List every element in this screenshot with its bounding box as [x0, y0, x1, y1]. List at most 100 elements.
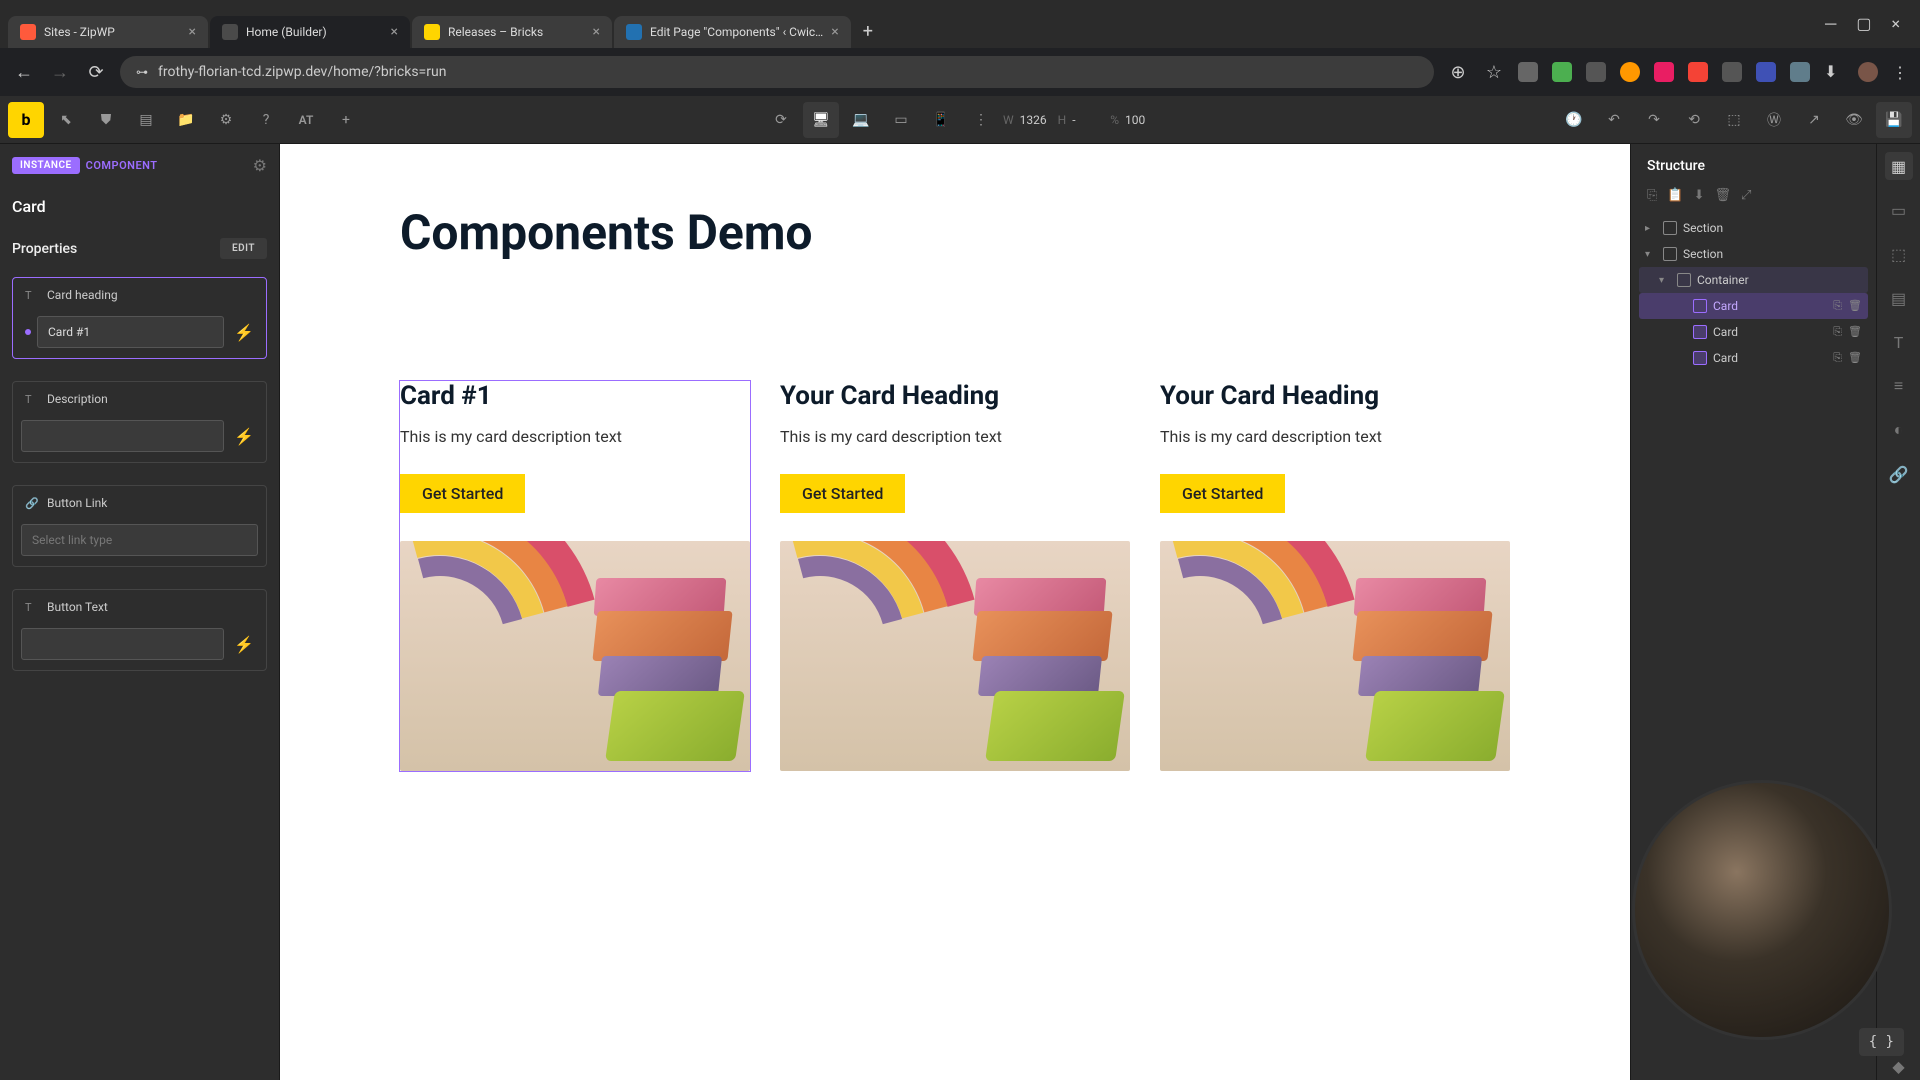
paste-icon[interactable]: 📋: [1667, 188, 1683, 203]
tree-item-container[interactable]: ▾Container: [1639, 267, 1868, 293]
shield-icon[interactable]: ⛊: [88, 102, 124, 138]
close-window-icon[interactable]: ×: [1891, 14, 1900, 34]
laptop-icon[interactable]: 💻: [843, 102, 879, 138]
gear-icon[interactable]: ⚙: [253, 156, 267, 175]
edit-button[interactable]: EDIT: [220, 238, 267, 259]
delete-icon[interactable]: 🗑: [1848, 325, 1862, 339]
undo-icon[interactable]: ↶: [1596, 102, 1632, 138]
card-title[interactable]: Your Card Heading: [1160, 381, 1510, 411]
duplicate-icon[interactable]: ⎘: [1833, 325, 1842, 339]
card-heading-input[interactable]: [37, 316, 224, 348]
close-icon[interactable]: ×: [593, 24, 600, 40]
minimize-icon[interactable]: ─: [1825, 14, 1836, 34]
cards-container[interactable]: Card #1 This is my card description text…: [400, 381, 1510, 771]
code-badge[interactable]: { }: [1859, 1028, 1904, 1056]
pointer-icon[interactable]: ⬉: [48, 102, 84, 138]
chevron-right-icon[interactable]: ▸: [1645, 223, 1657, 234]
width-value[interactable]: 1326: [1020, 113, 1052, 127]
dynamic-data-icon[interactable]: ⚡: [230, 635, 258, 654]
preview-icon[interactable]: 👁: [1836, 102, 1872, 138]
dynamic-data-icon[interactable]: ⚡: [230, 427, 258, 446]
rail-icon[interactable]: ≡: [1885, 372, 1913, 400]
page-title[interactable]: Components Demo: [400, 204, 1510, 261]
browser-tab[interactable]: Releases – Bricks ×: [412, 16, 612, 48]
percent-value[interactable]: 100: [1125, 113, 1157, 127]
tree-item-card[interactable]: Card⎘🗑: [1639, 319, 1868, 345]
download-icon[interactable]: ⬇: [1824, 62, 1844, 82]
revisions-icon[interactable]: 🕐: [1556, 102, 1592, 138]
history-icon[interactable]: ⟲: [1676, 102, 1712, 138]
get-started-button[interactable]: Get Started: [1160, 474, 1285, 513]
get-started-button[interactable]: Get Started: [400, 474, 525, 513]
extension-icon[interactable]: [1756, 62, 1776, 82]
tree-item-card[interactable]: Card⎘🗑: [1639, 293, 1868, 319]
card-image[interactable]: [780, 541, 1130, 771]
extension-icon[interactable]: [1688, 62, 1708, 82]
url-bar[interactable]: ⊶ frothy-florian-tcd.zipwp.dev/home/?bri…: [120, 56, 1434, 88]
reload-icon[interactable]: ⟳: [84, 62, 108, 83]
extension-icon[interactable]: [1586, 62, 1606, 82]
rail-icon[interactable]: 🔗: [1885, 460, 1913, 488]
card-component[interactable]: Card #1 This is my card description text…: [400, 381, 750, 771]
chevron-down-icon[interactable]: ▾: [1645, 249, 1657, 260]
settings-icon[interactable]: ⚙: [208, 102, 244, 138]
refresh-icon[interactable]: ⟳: [763, 102, 799, 138]
close-icon[interactable]: ×: [391, 24, 398, 40]
external-link-icon[interactable]: ↗: [1796, 102, 1832, 138]
browser-tab[interactable]: Edit Page "Components" ‹ Cwic… ×: [614, 16, 851, 48]
desktop-icon[interactable]: 🖥: [803, 102, 839, 138]
rail-icon[interactable]: ⬚: [1885, 240, 1913, 268]
browser-tab[interactable]: Sites - ZipWP ×: [8, 16, 208, 48]
delete-icon[interactable]: 🗑: [1848, 299, 1862, 313]
profile-avatar[interactable]: [1858, 62, 1878, 82]
menu-icon[interactable]: ⋮: [1892, 63, 1908, 82]
wordpress-icon[interactable]: Ⓦ: [1756, 102, 1792, 138]
trash-icon[interactable]: 🗑: [1715, 188, 1732, 203]
link-type-select[interactable]: Select link type: [21, 524, 258, 556]
dynamic-data-icon[interactable]: ⚡: [230, 323, 258, 342]
extension-icon[interactable]: [1654, 62, 1674, 82]
save-icon[interactable]: 💾: [1876, 102, 1912, 138]
folder-icon[interactable]: 📁: [168, 102, 204, 138]
get-started-button[interactable]: Get Started: [780, 474, 905, 513]
layers-icon[interactable]: ⬚: [1716, 102, 1752, 138]
tree-item-section[interactable]: ▸Section: [1639, 215, 1868, 241]
extension-icon[interactable]: [1722, 62, 1742, 82]
canvas-viewport[interactable]: Components Demo Card #1 This is my card …: [280, 144, 1630, 1080]
chevron-down-icon[interactable]: ▾: [1659, 275, 1671, 286]
card-component[interactable]: Your Card Heading This is my card descri…: [1160, 381, 1510, 771]
bricks-logo[interactable]: b: [8, 102, 44, 138]
rail-icon[interactable]: ◆: [1885, 1052, 1913, 1080]
redo-icon[interactable]: ↷: [1636, 102, 1672, 138]
duplicate-icon[interactable]: ⎘: [1833, 351, 1842, 365]
rail-icon[interactable]: ◐: [1885, 416, 1913, 444]
expand-icon[interactable]: ⤢: [1741, 188, 1751, 203]
type-icon[interactable]: T: [1885, 328, 1913, 356]
tree-item-section[interactable]: ▾Section: [1639, 241, 1868, 267]
rail-icon[interactable]: ▤: [1885, 284, 1913, 312]
description-input[interactable]: [21, 420, 224, 452]
card-description[interactable]: This is my card description text: [400, 427, 750, 446]
card-description[interactable]: This is my card description text: [780, 427, 1130, 446]
extension-icon[interactable]: [1790, 62, 1810, 82]
card-component[interactable]: Your Card Heading This is my card descri…: [780, 381, 1130, 771]
copy-icon[interactable]: ⎘: [1647, 188, 1657, 203]
forward-icon[interactable]: →: [48, 62, 72, 83]
style-tab-icon[interactable]: ▭: [1885, 196, 1913, 224]
new-tab-button[interactable]: +: [853, 15, 883, 48]
site-info-icon[interactable]: ⊶: [136, 65, 148, 79]
card-image[interactable]: [1160, 541, 1510, 771]
extension-icon[interactable]: [1552, 62, 1572, 82]
help-icon[interactable]: ?: [248, 102, 284, 138]
maximize-icon[interactable]: ▢: [1856, 14, 1871, 34]
at-button[interactable]: AT: [288, 102, 324, 138]
install-icon[interactable]: ⊕: [1446, 62, 1470, 83]
download-icon[interactable]: ⬇: [1694, 188, 1705, 203]
close-icon[interactable]: ×: [831, 24, 838, 40]
card-title[interactable]: Card #1: [400, 381, 750, 411]
browser-tab[interactable]: Home (Builder) ×: [210, 16, 410, 48]
delete-icon[interactable]: 🗑: [1848, 351, 1862, 365]
duplicate-icon[interactable]: ⎘: [1833, 299, 1842, 313]
card-title[interactable]: Your Card Heading: [780, 381, 1130, 411]
bookmark-icon[interactable]: ☆: [1482, 62, 1506, 83]
